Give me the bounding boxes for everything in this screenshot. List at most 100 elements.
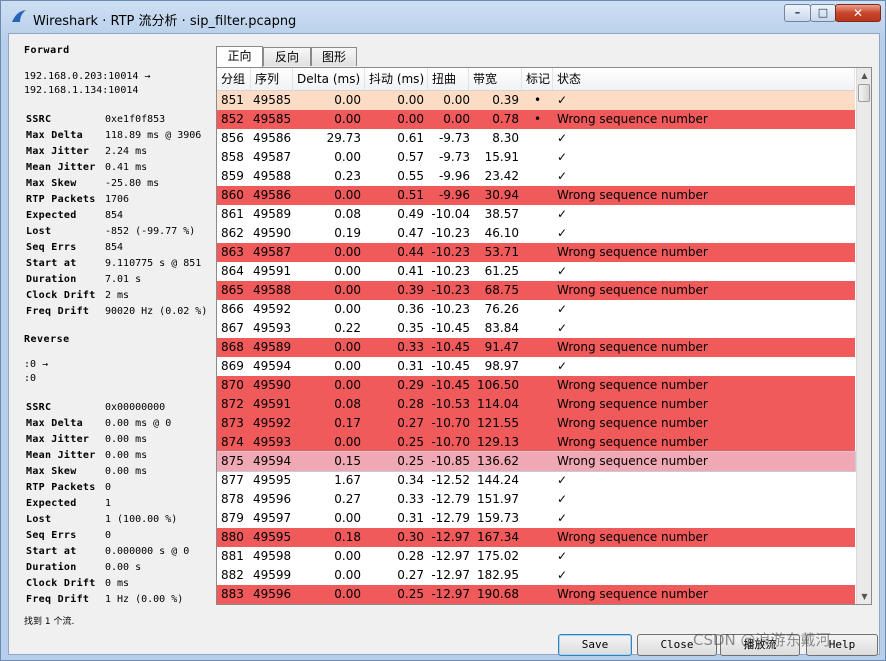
tab-graph[interactable]: 图形: [311, 47, 357, 66]
column-header-packet[interactable]: 分组: [217, 68, 251, 90]
table-row[interactable]: 870 49590 0.00 0.29 -10.45 106.50 Wrong sequen…: [217, 376, 855, 395]
cell-bandwidth: 106.50: [477, 378, 519, 392]
cell-jitter: 0.31: [397, 511, 424, 525]
cell-sequence: 49598: [253, 549, 292, 563]
cell-jitter: 0.57: [397, 150, 424, 164]
table-row[interactable]: 858 49587 0.00 0.57 -9.73 15.91 ✓: [217, 148, 855, 167]
stat-row: Seq Errs 854: [26, 240, 216, 256]
table-row[interactable]: 873 49592 0.17 0.27 -10.70 121.55 Wrong sequen…: [217, 414, 855, 433]
cell-marker: •: [534, 93, 542, 107]
cell-bandwidth: 61.25: [484, 264, 519, 278]
stat-value: 9.110775 s @ 851: [105, 258, 202, 269]
stat-value: 0.41 ms: [105, 162, 148, 173]
stat-row: SSRC 0x00000000: [26, 400, 216, 416]
close-window-button[interactable]: ✕: [835, 4, 881, 22]
column-header-bandwidth[interactable]: 带宽: [469, 68, 522, 90]
cell-status: ✓: [557, 131, 568, 145]
stat-row: Max Skew 0.00 ms: [26, 464, 216, 480]
stat-label: RTP Packets: [26, 482, 96, 493]
cell-skew: -12.79: [431, 492, 470, 506]
save-button[interactable]: Save: [558, 634, 632, 656]
cell-packet: 874: [221, 435, 244, 449]
cell-status: ✓: [557, 207, 568, 221]
table-row[interactable]: 881 49598 0.00 0.28 -12.97 175.02 ✓: [217, 547, 855, 566]
tab-forward[interactable]: 正向: [216, 46, 263, 67]
table-row[interactable]: 863 49587 0.00 0.44 -10.23 53.71 Wrong sequenc…: [217, 243, 855, 262]
cell-bandwidth: 175.02: [477, 549, 519, 563]
column-header-skew[interactable]: 扭曲: [428, 68, 469, 90]
cell-skew: -12.97: [431, 568, 470, 582]
table-row[interactable]: 872 49591 0.08 0.28 -10.53 114.04 Wrong sequen…: [217, 395, 855, 414]
vertical-scrollbar[interactable]: ▲ ▼: [856, 68, 871, 604]
table-row[interactable]: 879 49597 0.00 0.31 -12.79 159.73 ✓: [217, 509, 855, 528]
cell-sequence: 49588: [253, 283, 292, 297]
cell-delta: 0.18: [334, 530, 361, 544]
stat-label: Seq Errs: [26, 242, 77, 253]
cell-marker: [534, 281, 546, 300]
stat-value: 0.00 ms: [105, 450, 148, 461]
column-header-marker[interactable]: 标记: [522, 68, 553, 90]
scrollbar-thumb[interactable]: [858, 84, 870, 102]
table-row[interactable]: 869 49594 0.00 0.31 -10.45 98.97 ✓: [217, 357, 855, 376]
stat-label: Max Delta: [26, 130, 83, 141]
stat-value: 1 (100.00 %): [105, 514, 178, 525]
table-row[interactable]: 851 49585 0.00 0.00 0.00 0.39 • ✓: [217, 91, 855, 110]
cell-delta: 0.00: [334, 283, 361, 297]
table-row[interactable]: 883 49596 0.00 0.25 -12.97 190.68 Wrong sequen…: [217, 585, 855, 604]
table-row[interactable]: 875 49594 0.15 0.25 -10.85 136.62 Wrong sequen…: [217, 451, 856, 472]
table-row[interactable]: 862 49590 0.19 0.47 -10.23 46.10 ✓: [217, 224, 855, 243]
cell-jitter: 0.00: [397, 93, 424, 107]
table-row[interactable]: 859 49588 0.23 0.55 -9.96 23.42 ✓: [217, 167, 855, 186]
packet-table: 分组 序列 Delta (ms) 抖动 (ms) 扭曲 带宽 标记 状态 851…: [216, 67, 872, 605]
cell-sequence: 49594: [253, 454, 292, 468]
stat-label: SSRC: [26, 402, 52, 413]
cell-status: ✓: [557, 226, 568, 240]
cell-packet: 864: [221, 264, 244, 278]
table-row[interactable]: 867 49593 0.22 0.35 -10.45 83.84 ✓: [217, 319, 855, 338]
stat-label: SSRC: [26, 114, 52, 125]
table-row[interactable]: 874 49593 0.00 0.25 -10.70 129.13 Wrong sequen…: [217, 433, 855, 452]
stat-value: -852 (-99.77 %): [105, 226, 196, 237]
table-row[interactable]: 868 49589 0.00 0.33 -10.45 91.47 Wrong sequenc…: [217, 338, 855, 357]
stat-row: Clock Drift 2 ms: [26, 288, 216, 304]
cell-skew: -10.45: [431, 321, 470, 335]
cell-status: ✓: [557, 549, 568, 563]
cell-sequence: 49585: [253, 112, 292, 126]
stat-value: 0 ms: [105, 578, 130, 589]
column-header-jitter[interactable]: 抖动 (ms): [365, 68, 428, 90]
table-row[interactable]: 861 49589 0.08 0.49 -10.04 38.57 ✓: [217, 205, 855, 224]
cell-jitter: 0.28: [397, 397, 424, 411]
column-header-status[interactable]: 状态: [553, 68, 855, 90]
cell-status: Wrong sequence number: [557, 435, 708, 449]
table-row[interactable]: 880 49595 0.18 0.30 -12.97 167.34 Wrong sequen…: [217, 528, 855, 547]
table-row[interactable]: 878 49596 0.27 0.33 -12.79 151.97 ✓: [217, 490, 855, 509]
scroll-down-icon[interactable]: ▼: [857, 589, 871, 604]
cell-status: ✓: [557, 321, 568, 335]
stat-value: 1: [105, 498, 112, 509]
cell-bandwidth: 190.68: [477, 587, 519, 601]
table-row[interactable]: 877 49595 1.67 0.34 -12.52 144.24 ✓: [217, 471, 855, 490]
table-row[interactable]: 865 49588 0.00 0.39 -10.23 68.75 Wrong sequenc…: [217, 281, 855, 300]
cell-marker: [534, 129, 546, 148]
table-row[interactable]: 860 49586 0.00 0.51 -9.96 30.94 Wrong sequence…: [217, 186, 855, 205]
table-row[interactable]: 882 49599 0.00 0.27 -12.97 182.95 ✓: [217, 566, 855, 585]
stat-row: Max Delta 118.89 ms @ 3906: [26, 128, 216, 144]
cell-jitter: 0.47: [397, 226, 424, 240]
table-row[interactable]: 852 49585 0.00 0.00 0.00 0.78 • Wrong sequence …: [217, 110, 855, 129]
table-row[interactable]: 864 49591 0.00 0.41 -10.23 61.25 ✓: [217, 262, 855, 281]
tab-reverse[interactable]: 反向: [263, 47, 311, 66]
stat-row: Start at 0.000000 s @ 0: [26, 544, 216, 560]
scroll-up-icon[interactable]: ▲: [857, 68, 871, 83]
title-bar[interactable]: Wireshark · RTP 流分析 · sip_filter.pcapng …: [1, 1, 885, 33]
minimize-button[interactable]: –: [784, 4, 811, 22]
column-header-delta[interactable]: Delta (ms): [293, 68, 365, 90]
cell-skew: -10.23: [431, 283, 470, 297]
cell-packet: 872: [221, 397, 244, 411]
stat-value: 2 ms: [105, 290, 130, 301]
stat-row: Max Jitter 2.24 ms: [26, 144, 216, 160]
maximize-button[interactable]: □: [810, 4, 836, 22]
table-row[interactable]: 856 49586 29.73 0.61 -9.73 8.30 ✓: [217, 129, 855, 148]
cell-sequence: 49592: [253, 302, 292, 316]
column-header-sequence[interactable]: 序列: [251, 68, 293, 90]
table-row[interactable]: 866 49592 0.00 0.36 -10.23 76.26 ✓: [217, 300, 855, 319]
